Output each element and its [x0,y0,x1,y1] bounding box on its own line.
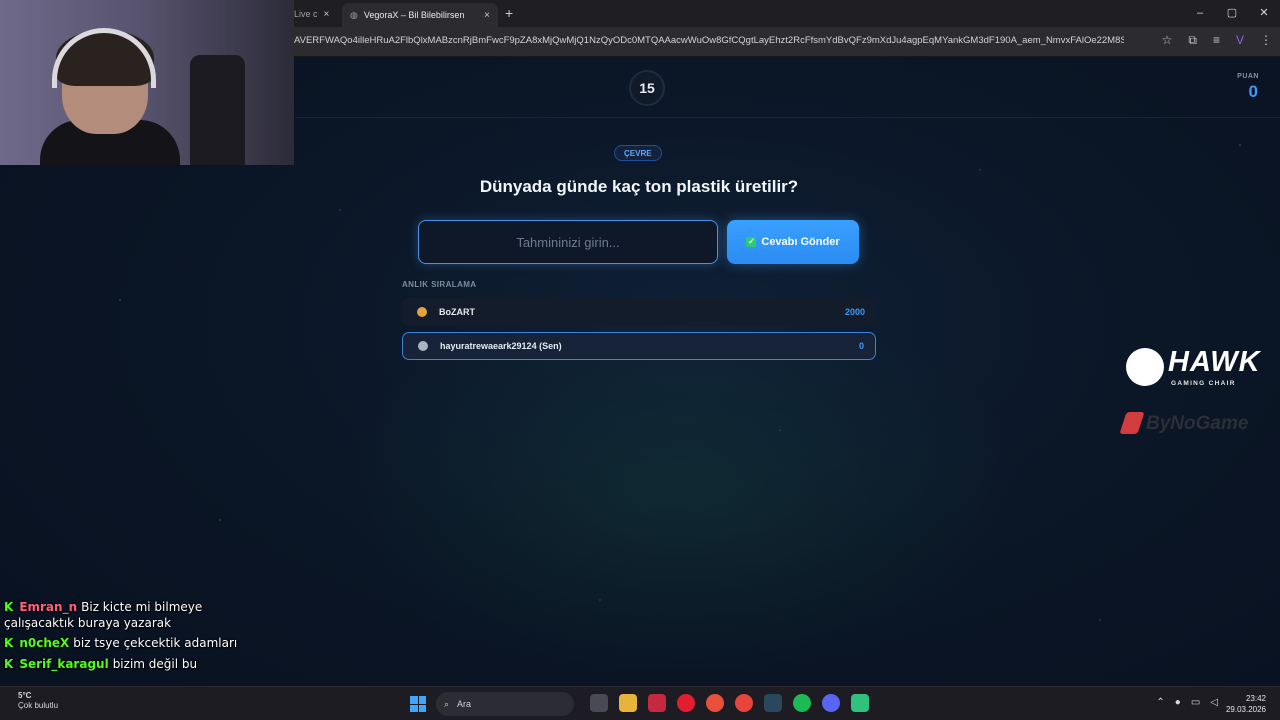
extensions-icon[interactable]: ⧉ [1188,33,1197,48]
bynogame-logo-text: ByNoGame [1146,413,1249,434]
score-label: PUAN [1237,73,1259,80]
tab-close-icon[interactable]: × [324,9,330,20]
kick-icon: K [4,656,14,671]
opera-icon[interactable] [677,694,695,712]
tab-inactive[interactable]: Live c × [294,4,340,24]
header-divider [295,117,1280,118]
taskbar-search[interactable]: ⌕ Ara [436,692,574,716]
globe-icon: ◍ [350,9,358,20]
system-clock[interactable]: 23:42 29.03.2026 [1226,693,1266,715]
chrome-icon[interactable] [735,694,753,712]
hawk-logo-icon [1126,348,1164,386]
system-tray: ⌃ ● ▭ ◁ [1156,697,1218,708]
leaderboard-row-self: hayuratrewaeark29124 (Sen) 0 [402,332,876,360]
score-value: 0 [1248,82,1258,101]
silver-medal-icon [418,341,428,351]
chat-message: K Emran_n Biz kicte mi bilmeye çalışacaktı… [4,600,274,631]
chat-text: bizim değil bu [112,656,198,671]
weather-temperature: 5°C [18,691,32,700]
menu-icon[interactable]: ⋮ [1260,33,1272,48]
tab-active-title: VegoraX – Bil Bilebilirsen [363,10,465,20]
weather-description: Çok bulutlu [18,701,59,710]
leaderboard-title: ANLIK SIRALAMA [402,280,477,289]
search-icon: ⌕ [444,698,450,709]
chat-text: biz tsye çekcektik adamları [73,636,238,650]
app-red-icon[interactable] [648,694,666,712]
windows-start-icon[interactable] [410,696,426,712]
windows-taskbar: 5°C Çok bulutlu ⌕ Ara ⌃ ● ▭ ◁ 23:42 29.0… [0,686,1280,720]
chat-message: K Serif_karagul bizim değil bu [4,657,274,673]
tab-inactive-title: Live c [294,9,318,19]
new-tab-button[interactable]: + [505,5,513,21]
volume-icon[interactable]: ◁ [1210,697,1218,708]
leaderboard-player-score: 2000 [844,307,865,317]
discord-icon[interactable] [822,694,840,712]
app-orange-icon[interactable] [706,694,724,712]
spotify-icon[interactable] [793,694,811,712]
hawk-logo-text: HAWK [1168,346,1261,378]
app-green-icon[interactable] [851,694,869,712]
chat-message: Kn0cheX biz tsye çekcektik adamları [4,636,274,652]
tab-active[interactable]: ◍ VegoraX – Bil Bilebilirsen × [342,3,498,27]
maximize-button[interactable]: ▢ [1216,0,1248,27]
countdown-timer: 15 [629,70,665,106]
webcam-overlay [0,0,294,165]
window-controls: – ▢ ✕ [1184,0,1280,27]
tab-close-icon[interactable]: × [484,10,490,21]
kick-icon: K [4,636,14,650]
weather-widget[interactable]: 5°C Çok bulutlu [18,691,58,711]
answer-input[interactable] [418,220,718,264]
leaderboard-player-name: hayuratrewaeark29124 (Sen) [440,341,562,351]
profile-icon[interactable]: V [1236,33,1244,48]
clock-date: 29.03.2026 [1225,705,1266,714]
clock-time: 23:42 [1245,694,1266,703]
question-text: Dünyada günde kaç ton plastik üretilir? [479,177,799,196]
network-icon[interactable]: ▭ [1191,697,1200,708]
chat-username: Serif_karagul [19,656,109,671]
submit-answer-button[interactable]: ✓ Cevabı Gönder [727,220,859,264]
browser-toolbar-icons: ☆ ⧉ ≡ V ⋮ [1162,33,1272,48]
category-badge: ÇEVRE [614,145,662,161]
chat-username: n0cheX [19,636,70,650]
hawk-logo-subtitle: GAMING CHAIR [1171,380,1236,387]
minimize-button[interactable]: – [1184,0,1216,27]
chevron-up-icon[interactable]: ⌃ [1156,697,1164,708]
chat-username: Emran_n [19,600,78,614]
taskbar-apps [590,694,869,712]
microphone-icon[interactable]: ● [1175,697,1181,708]
gold-medal-icon [417,307,427,317]
submit-answer-label: Cevabı Gönder [761,236,840,248]
chat-overlay: K Emran_n Biz kicte mi bilmeye çalışacaktı… [4,600,274,677]
kick-icon: K [4,600,14,614]
webcam-chair [190,55,245,165]
steam-icon[interactable] [764,694,782,712]
media-control-icon[interactable]: ≡ [1213,33,1220,48]
leaderboard-player-name: BoZART [439,307,475,317]
bookmark-star-icon[interactable]: ☆ [1162,33,1173,48]
leaderboard-row: BoZART 2000 [402,298,876,326]
file-explorer-icon[interactable] [619,694,637,712]
taskbar-search-label: Ara [457,699,472,709]
task-view-icon[interactable] [590,694,608,712]
check-icon: ✓ [746,237,757,247]
screen: Live c × ◍ VegoraX – Bil Bilebilirsen × … [0,0,1280,720]
close-window-button[interactable]: ✕ [1248,0,1280,27]
leaderboard-player-score: 0 [858,341,864,351]
url-field[interactable]: AVERFWAQo4illeHRuA2FlbQlxMABzcnRjBmFwcF9… [294,35,1124,46]
